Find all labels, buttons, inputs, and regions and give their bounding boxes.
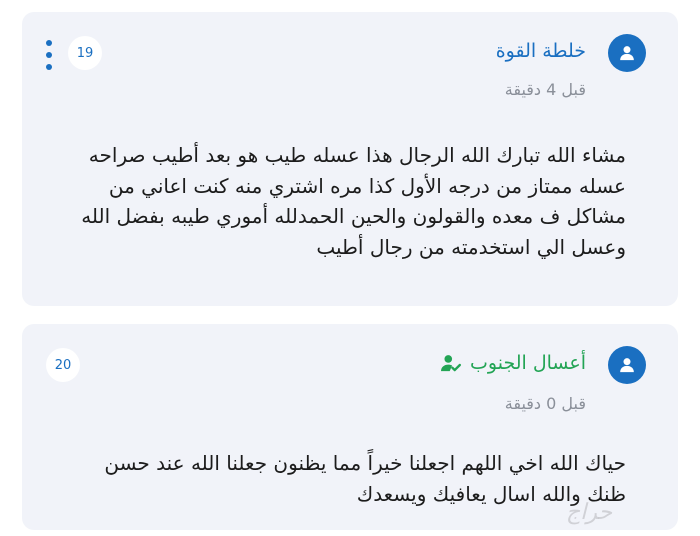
comment-timestamp: قبل 4 دقيقة bbox=[504, 80, 586, 99]
comment-number-badge: 20 bbox=[46, 348, 80, 382]
more-vertical-icon[interactable] bbox=[44, 40, 54, 70]
watermark: حراج bbox=[566, 500, 613, 525]
comment-body: حياك الله اخي اللهم اجعلنا خيراً مما يظن… bbox=[104, 451, 626, 506]
comment-timestamp: قبل 0 دقيقة bbox=[504, 394, 586, 413]
comment-header: أعسال الجنوب bbox=[440, 352, 586, 374]
comment-body: مشاء الله تبارك الله الرجال هذا عسله طيب… bbox=[81, 143, 626, 259]
username-link[interactable]: خلطة القوة bbox=[496, 40, 586, 62]
comment-card: 19 خلطة القوة قبل 4 دقيقة مشاء الله تبار… bbox=[22, 12, 678, 306]
avatar[interactable] bbox=[608, 34, 646, 72]
verified-user-icon bbox=[440, 353, 462, 373]
user-icon bbox=[620, 358, 634, 373]
username-link[interactable]: أعسال الجنوب bbox=[470, 352, 586, 374]
comment-number-badge: 19 bbox=[68, 36, 102, 70]
comment-header: خلطة القوة bbox=[496, 40, 586, 62]
user-icon bbox=[620, 46, 634, 61]
avatar[interactable] bbox=[608, 346, 646, 384]
